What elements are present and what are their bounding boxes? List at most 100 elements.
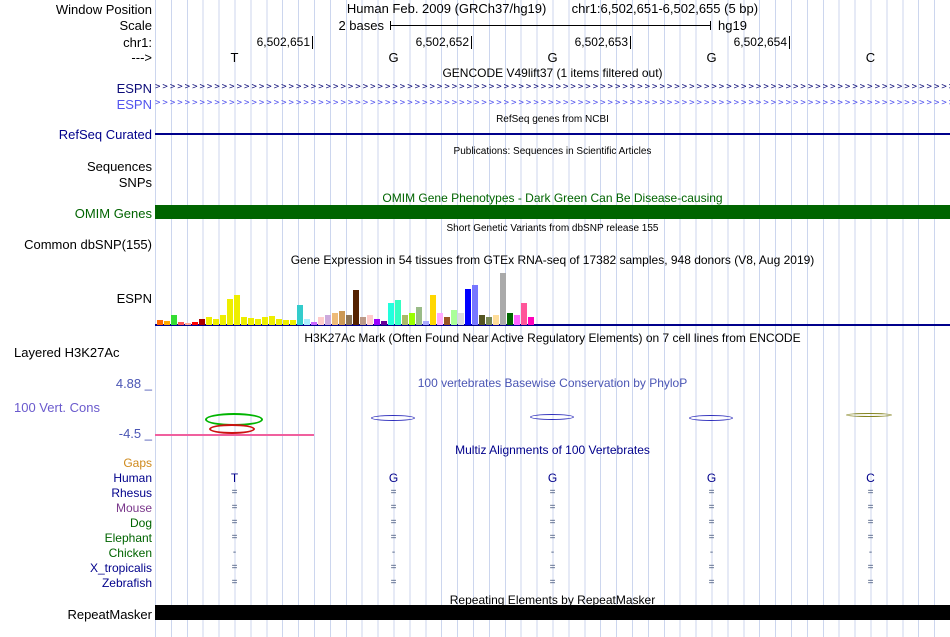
ruler-base: T [230, 50, 239, 65]
scale-bar-right-tick [710, 21, 711, 30]
gtex-bar[interactable] [486, 317, 492, 325]
gtex-bar[interactable] [241, 317, 247, 325]
gtex-bar[interactable] [332, 313, 338, 325]
gtex-bar[interactable] [339, 311, 345, 325]
gtex-bar[interactable] [178, 322, 184, 325]
gtex-bar[interactable] [493, 315, 499, 325]
gtex-bar[interactable] [192, 322, 198, 325]
gtex-bar[interactable] [227, 299, 233, 325]
alignment-symbol: = [390, 532, 397, 543]
gtex-bar[interactable] [297, 305, 303, 325]
gtex-bar[interactable] [451, 310, 457, 325]
gtex-bar[interactable] [325, 315, 331, 325]
multiz-species-label[interactable]: Dog [0, 516, 152, 530]
multiz-species-label[interactable]: X_tropicalis [0, 561, 152, 575]
alignment-symbol: = [708, 532, 715, 543]
gtex-bar[interactable] [318, 317, 324, 325]
alignment-symbol: = [390, 487, 397, 498]
gtex-bar[interactable] [374, 319, 380, 325]
alignment-symbol: = [390, 577, 397, 588]
dbsnp-label[interactable]: Common dbSNP(155) [0, 237, 152, 252]
gtex-bar[interactable] [444, 317, 450, 325]
scale-label: Scale [119, 18, 152, 33]
gtex-bar[interactable] [304, 319, 310, 325]
gtex-bar[interactable] [353, 290, 359, 325]
refseq-curated-label[interactable]: RefSeq Curated [0, 127, 152, 142]
alignment-symbol: G [547, 471, 558, 485]
repeatmasker-label[interactable]: RepeatMasker [0, 607, 152, 622]
multiz-species-label[interactable]: Gaps [0, 456, 152, 470]
gtex-bar[interactable] [206, 317, 212, 325]
refseq-item[interactable] [155, 133, 950, 135]
gtex-bar[interactable] [360, 317, 366, 325]
gtex-bar[interactable] [514, 315, 520, 325]
gencode-track-title: GENCODE V49lift37 (1 items filtered out) [442, 66, 663, 80]
gtex-bar[interactable] [430, 295, 436, 325]
gtex-bar[interactable] [185, 323, 191, 325]
gtex-bar[interactable] [311, 322, 317, 325]
phylop-zero-lens [530, 414, 574, 420]
alignment-symbol: = [867, 502, 874, 513]
gtex-bar[interactable] [395, 300, 401, 325]
gtex-bar[interactable] [262, 317, 268, 325]
publications-snps-label[interactable]: SNPs [0, 175, 152, 190]
gtex-bar[interactable] [437, 313, 443, 325]
multiz-species-label[interactable]: Zebrafish [0, 576, 152, 590]
gtex-bar[interactable] [479, 315, 485, 325]
gtex-bar[interactable] [248, 318, 254, 325]
gtex-bar[interactable] [528, 317, 534, 325]
multiz-species-label[interactable]: Human [0, 471, 152, 485]
omim-track-title: OMIM Gene Phenotypes - Dark Green Can Be… [382, 191, 723, 205]
gtex-bar[interactable] [472, 285, 478, 325]
gtex-bar[interactable] [521, 303, 527, 325]
phylop-track-label[interactable]: 100 Vert. Cons [14, 400, 100, 415]
gencode-gene-label[interactable]: ESPN [0, 81, 152, 96]
gencode-gene-label[interactable]: ESPN [0, 97, 152, 112]
window-position-label: Window Position [55, 2, 152, 17]
gtex-bar[interactable] [220, 315, 226, 325]
gtex-bar[interactable] [171, 315, 177, 325]
gtex-bar[interactable] [290, 320, 296, 325]
gtex-bar[interactable] [465, 289, 471, 325]
h3k27ac-label[interactable]: Layered H3K27Ac [14, 345, 120, 360]
phylop-zero-lens-olive [846, 413, 892, 417]
gtex-bar[interactable] [388, 303, 394, 325]
omim-gene-item[interactable] [155, 205, 950, 219]
gtex-bar[interactable] [402, 315, 408, 325]
gtex-bar[interactable] [500, 273, 506, 325]
gtex-gene-label[interactable]: ESPN [0, 291, 152, 306]
dbsnp-track-title: Short Genetic Variants from dbSNP releas… [446, 223, 659, 234]
omim-genes-label[interactable]: OMIM Genes [0, 206, 152, 221]
gtex-bar[interactable] [157, 320, 163, 325]
gtex-bar[interactable] [276, 319, 282, 325]
ruler-tick [312, 36, 313, 49]
multiz-species-label[interactable]: Mouse [0, 501, 152, 515]
gtex-bar[interactable] [409, 313, 415, 325]
gtex-bar[interactable] [255, 319, 261, 325]
alignment-symbol: = [549, 532, 556, 543]
gtex-bar[interactable] [423, 321, 429, 325]
gtex-bar[interactable] [458, 313, 464, 325]
gtex-track-title: Gene Expression in 54 tissues from GTEx … [290, 253, 815, 267]
multiz-species-label[interactable]: Elephant [0, 531, 152, 545]
gencode-transcript-arrows[interactable]: >>>>>>>>>>>>>>>>>>>>>>>>>>>>>>>>>>>>>>>>… [155, 81, 950, 94]
multiz-species-label[interactable]: Rhesus [0, 486, 152, 500]
gencode-transcript-arrows[interactable]: >>>>>>>>>>>>>>>>>>>>>>>>>>>>>>>>>>>>>>>>… [155, 97, 950, 110]
gtex-bar[interactable] [367, 315, 373, 325]
gtex-bar[interactable] [381, 321, 387, 325]
multiz-species-label[interactable]: Chicken [0, 546, 152, 560]
publications-sequences-label[interactable]: Sequences [0, 159, 152, 174]
gtex-bar[interactable] [416, 307, 422, 325]
gtex-bar[interactable] [346, 315, 352, 325]
gtex-bar[interactable] [269, 316, 275, 325]
gtex-bar[interactable] [283, 320, 289, 325]
gtex-bar[interactable] [507, 313, 513, 325]
gtex-bar[interactable] [164, 321, 170, 325]
gtex-bar[interactable] [199, 319, 205, 325]
gtex-bar[interactable] [234, 295, 240, 325]
alignment-symbol: = [549, 502, 556, 513]
alignment-symbol: = [867, 517, 874, 528]
repeatmasker-item[interactable] [155, 605, 950, 620]
gtex-bar[interactable] [213, 319, 219, 325]
alignment-symbol: = [708, 562, 715, 573]
